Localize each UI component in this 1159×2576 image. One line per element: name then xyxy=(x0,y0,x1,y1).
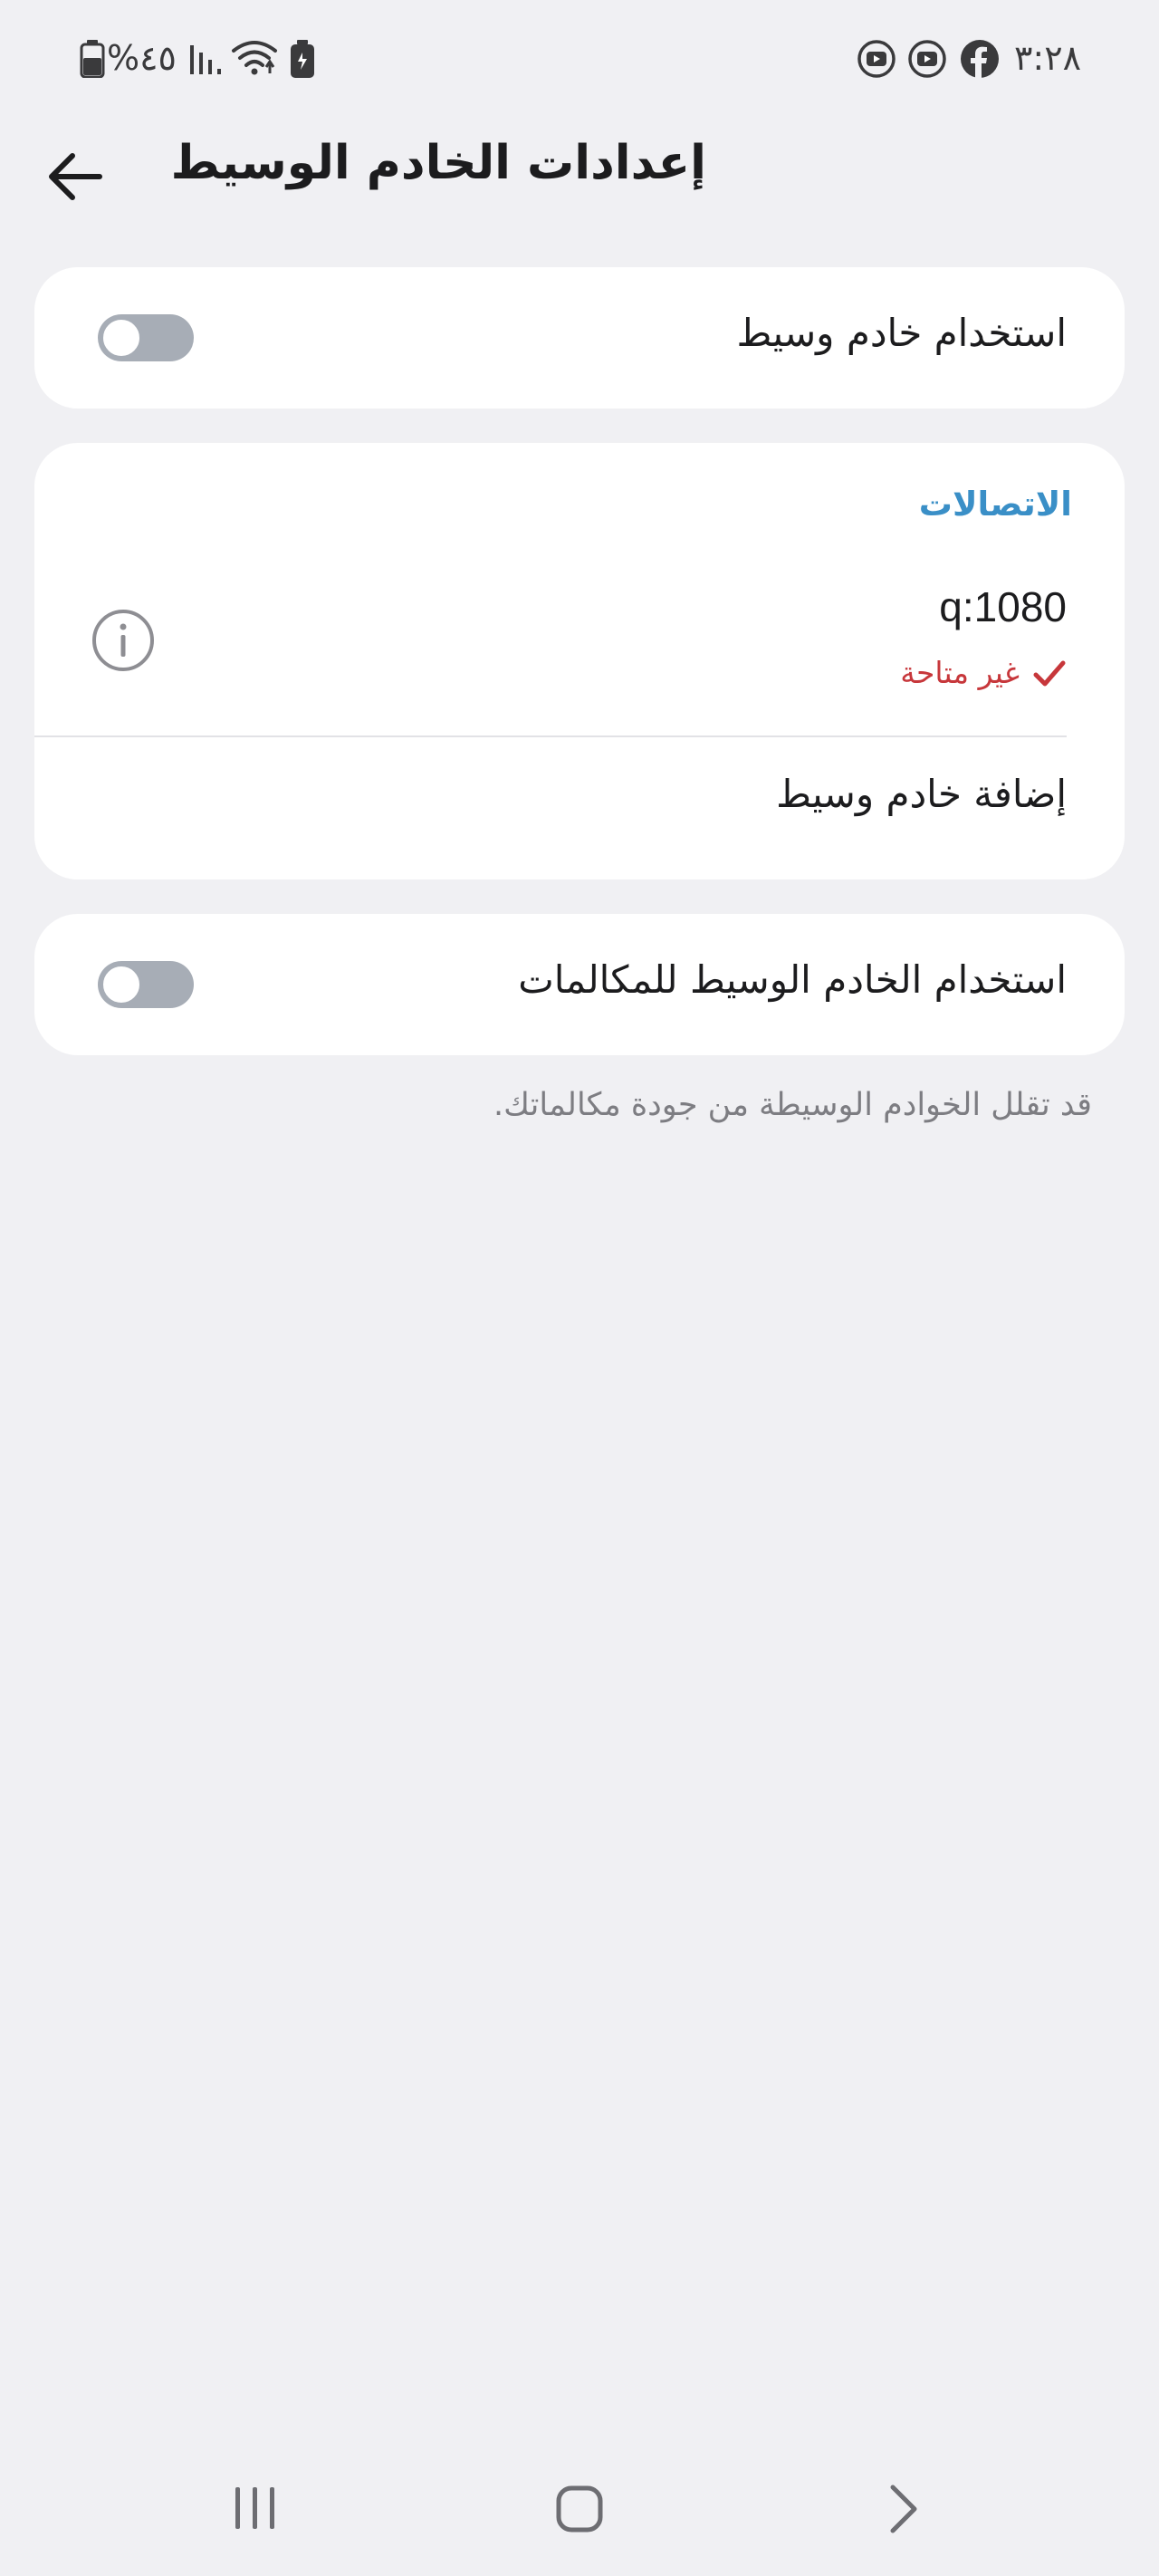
use-proxy-card[interactable]: استخدام خادم وسيط xyxy=(34,267,1125,409)
connections-card: الاتصالات q:1080 غير متاحة إضافة خادم وس… xyxy=(34,443,1125,879)
calls-footnote: قد تقلل الخوادم الوسيطة من جودة مكالماتك… xyxy=(493,1087,1092,1123)
battery-percent: %٤٥ xyxy=(107,38,177,78)
use-proxy-calls-card[interactable]: استخدام الخادم الوسيط للمكالمات xyxy=(34,914,1125,1055)
youtube-icon xyxy=(908,40,946,78)
home-icon[interactable] xyxy=(556,2485,603,2533)
battery-icon xyxy=(80,40,105,78)
facebook-icon xyxy=(961,40,999,78)
clock: ٣:٢٨ xyxy=(1014,38,1082,78)
toggle-knob xyxy=(100,316,143,360)
proxy-item[interactable]: q:1080 غير متاحة xyxy=(34,570,1125,733)
proxy-address: q:1080 xyxy=(939,583,1067,630)
proxy-status: غير متاحة xyxy=(900,655,1020,690)
battery-saver-icon xyxy=(291,40,314,78)
signal-icon xyxy=(190,45,221,74)
check-icon xyxy=(1033,660,1066,687)
youtube-icon xyxy=(857,40,896,78)
back-arrow-icon[interactable] xyxy=(43,145,107,208)
back-icon[interactable] xyxy=(886,2482,922,2536)
info-icon[interactable] xyxy=(91,608,156,673)
add-proxy-label: إضافة خادم وسيط xyxy=(776,772,1067,816)
page-title: إعدادات الخادم الوسيط xyxy=(170,136,706,190)
use-proxy-calls-toggle[interactable] xyxy=(98,961,194,1008)
use-proxy-toggle[interactable] xyxy=(98,314,194,361)
use-proxy-label: استخدام خادم وسيط xyxy=(736,311,1067,355)
use-proxy-calls-label: استخدام الخادم الوسيط للمكالمات xyxy=(518,957,1067,1002)
wifi-icon xyxy=(232,41,277,75)
recent-apps-icon[interactable] xyxy=(230,2485,281,2531)
toggle-knob xyxy=(100,963,143,1006)
add-proxy-item[interactable]: إضافة خادم وسيط xyxy=(34,737,1125,873)
connections-section-title: الاتصالات xyxy=(918,485,1072,524)
